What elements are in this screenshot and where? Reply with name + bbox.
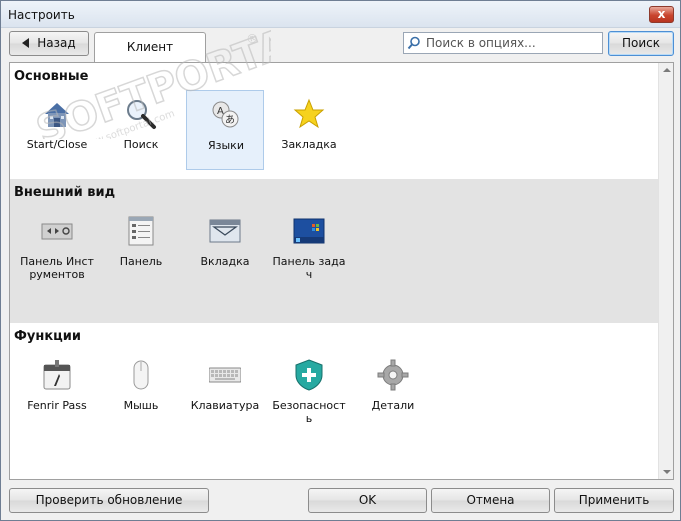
item-label: Безопасность [272,399,346,425]
item-toolbar[interactable]: Панель Инструментов [18,207,96,317]
item-label: Языки [208,139,244,152]
title-bar: Настроить x [1,1,680,28]
section-title: Внешний вид [14,185,116,200]
search-icon [407,36,420,50]
taskbar-icon [293,218,325,244]
item-languages[interactable]: A あ Языки [186,90,264,170]
magnifier-icon [127,100,156,129]
keyboard-icon [209,367,241,383]
item-label: Закладка [281,138,337,151]
back-arrow-icon [22,37,30,48]
house-icon [45,103,69,127]
settings-window: Настроить x Назад Клиент Поиск Основные [0,0,681,521]
item-panel[interactable]: Панель [102,207,180,317]
item-security[interactable]: Безопасность [270,351,348,431]
shield-icon [295,359,323,391]
item-label: Start/Close [26,138,88,151]
item-label: Поиск [123,138,159,151]
item-taskbar[interactable]: Панель задач [270,207,348,317]
mouse-icon [133,360,149,390]
fenrir-pass-icon [43,360,71,390]
section-appearance: Внешний вид Панель Инструментов Панель В… [10,179,659,323]
section-title: Основные [14,69,89,84]
star-icon [293,98,325,129]
languages-icon: A あ [212,101,239,128]
section-title: Функции [14,329,82,344]
section-general: Основные Start/Close Поиск A あ Языки Зак… [10,63,659,179]
item-mouse[interactable]: Мышь [102,351,180,431]
item-label: Fenrir Pass [27,399,87,412]
item-details[interactable]: Детали [354,351,432,431]
item-label: Панель задач [272,255,346,281]
back-button-label: Назад [37,36,76,50]
item-tab[interactable]: Вкладка [186,207,264,317]
watermark-registered-mark: ® [244,30,260,47]
scroll-down-icon[interactable] [663,470,671,474]
item-bookmark[interactable]: Закладка [270,90,348,170]
item-search[interactable]: Поиск [102,90,180,170]
item-label: Панель [119,255,163,268]
item-fenrir-pass[interactable]: Fenrir Pass [18,351,96,431]
close-button[interactable]: x [649,6,674,23]
item-label: Клавиатура [190,399,260,412]
panel-icon [128,216,154,246]
cancel-button[interactable]: Отмена [431,488,550,513]
search-button[interactable]: Поиск [608,31,674,56]
svg-text:あ: あ [225,114,235,126]
scroll-up-icon[interactable] [663,68,671,72]
item-keyboard[interactable]: Клавиатура [186,351,264,431]
vertical-scrollbar[interactable] [658,63,673,479]
item-start-close[interactable]: Start/Close [18,90,96,170]
window-title: Настроить [8,8,75,22]
search-box[interactable] [403,32,603,54]
options-panel: Основные Start/Close Поиск A あ Языки Зак… [9,62,674,480]
toolbar-icon [41,223,73,240]
item-label: Вкладка [200,255,250,268]
item-label: Детали [371,399,415,412]
section-functions: Функции Fenrir Pass Мышь Клавиатура Безо… [10,323,659,479]
tab-icon [209,219,241,243]
tab-client[interactable]: Клиент [94,32,206,62]
item-label: Мышь [123,399,159,412]
gear-icon [377,359,409,391]
apply-button[interactable]: Применить [554,488,674,513]
check-update-button[interactable]: Проверить обновление [9,488,209,513]
back-button[interactable]: Назад [9,31,89,56]
search-input[interactable] [424,34,600,52]
ok-button[interactable]: OK [308,488,427,513]
item-label: Панель Инструментов [20,255,94,281]
